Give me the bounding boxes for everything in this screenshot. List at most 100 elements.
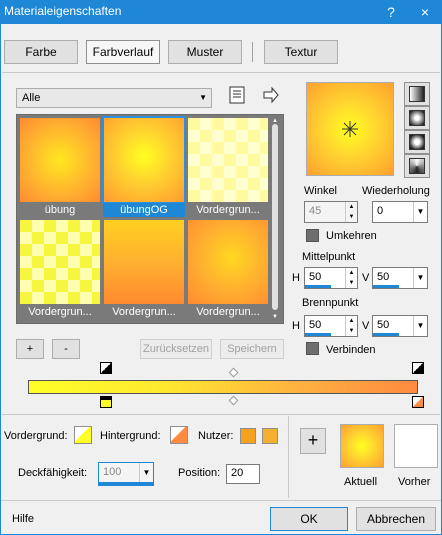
current-swatch bbox=[340, 424, 384, 468]
gallery-item[interactable]: Vordergrun... bbox=[103, 219, 185, 319]
reset-button[interactable]: Zurücksetzen bbox=[140, 339, 212, 359]
spin-arrows-icon[interactable]: ▲ ▼ bbox=[345, 202, 357, 222]
chevron-down-icon[interactable]: ▼ bbox=[413, 202, 427, 222]
position-field[interactable]: 20 bbox=[226, 464, 260, 484]
radial-style-button[interactable] bbox=[404, 154, 430, 178]
help-icon[interactable]: ? bbox=[374, 0, 408, 24]
gradient-swatch bbox=[104, 220, 184, 304]
spin-arrows-icon[interactable]: ▲ ▼ bbox=[345, 268, 357, 288]
cancel-button[interactable]: Abbrechen bbox=[356, 507, 436, 531]
link-checkbox[interactable] bbox=[306, 342, 319, 355]
tab-textur[interactable]: Textur bbox=[264, 40, 338, 64]
gradient-preview[interactable] bbox=[306, 82, 394, 176]
focus-v-field[interactable]: 50 ▼ bbox=[372, 315, 428, 337]
fg-swatch[interactable] bbox=[74, 426, 92, 444]
divider bbox=[2, 414, 440, 415]
tab-farbverlauf[interactable]: Farbverlauf bbox=[86, 40, 160, 64]
center-h-field[interactable]: 50 ▲ ▼ bbox=[304, 267, 358, 289]
scroll-thumb[interactable] bbox=[272, 124, 278, 310]
chevron-down-icon[interactable]: ▼ bbox=[413, 316, 427, 336]
color-stop-fg-icon[interactable] bbox=[100, 396, 112, 408]
opacity-value: 100 bbox=[103, 466, 122, 478]
gallery-item-label: übung bbox=[44, 204, 76, 216]
gallery-item-label: Vordergrun... bbox=[196, 204, 260, 216]
chevron-down-icon[interactable]: ▼ bbox=[413, 268, 427, 288]
previous-label: Vorher bbox=[398, 476, 431, 488]
help-link[interactable]: Hilfe bbox=[12, 513, 34, 525]
center-v-label: V bbox=[362, 272, 370, 284]
transparency-stop-icon[interactable] bbox=[412, 362, 424, 374]
focus-h-value: 50 bbox=[309, 319, 322, 331]
opacity-field[interactable]: 100 ▼ bbox=[98, 462, 154, 486]
ok-button[interactable]: OK bbox=[270, 507, 348, 531]
repeat-value: 0 bbox=[377, 205, 384, 217]
tab-farbe[interactable]: Farbe bbox=[4, 40, 78, 64]
scroll-down-icon[interactable]: ▼ bbox=[270, 314, 280, 320]
user-color-2[interactable] bbox=[262, 428, 278, 444]
focus-v-value: 50 bbox=[377, 319, 390, 331]
repeat-field[interactable]: 0 ▼ bbox=[372, 201, 428, 223]
angle-field[interactable]: 45 ▲ ▼ bbox=[304, 201, 358, 223]
angle-value: 45 bbox=[309, 205, 322, 217]
link-label: Verbinden bbox=[326, 344, 376, 356]
user-color-1[interactable] bbox=[240, 428, 256, 444]
sunburst-style-button[interactable] bbox=[404, 130, 430, 154]
gallery-item-label: Vordergrun... bbox=[196, 306, 260, 318]
center-v-field[interactable]: 50 ▼ bbox=[372, 267, 428, 289]
focus-h-label: H bbox=[292, 320, 300, 332]
gallery-item-label: übungOG bbox=[103, 203, 185, 217]
gallery-item[interactable]: Vordergrun... bbox=[187, 219, 269, 319]
focus-v-label: V bbox=[362, 320, 370, 332]
transparency-stop-icon[interactable] bbox=[100, 362, 112, 374]
opacity-label: Deckfähigkeit: bbox=[18, 467, 88, 479]
chevron-down-icon: ▼ bbox=[199, 93, 207, 102]
gradient-swatch bbox=[102, 116, 186, 204]
category-dropdown[interactable]: Alle ▼ bbox=[16, 88, 212, 108]
chevron-down-icon[interactable]: ▼ bbox=[139, 463, 153, 483]
gallery-item[interactable]: Vordergrun... bbox=[187, 117, 269, 217]
value-bar bbox=[373, 333, 399, 336]
center-v-value: 50 bbox=[377, 271, 390, 283]
gallery-item[interactable]: Vordergrun... bbox=[19, 219, 101, 319]
position-value: 20 bbox=[231, 467, 244, 479]
gradient-bar[interactable] bbox=[28, 380, 418, 394]
bg-swatch[interactable] bbox=[170, 426, 188, 444]
rectangular-style-icon bbox=[409, 110, 425, 126]
gradient-swatch bbox=[188, 118, 268, 202]
close-icon[interactable]: × bbox=[408, 0, 442, 24]
sunburst-style-icon bbox=[409, 134, 425, 150]
fg-label: Vordergrund: bbox=[4, 430, 68, 442]
focus-label: Brennpunkt bbox=[302, 297, 359, 309]
gallery-item[interactable]: übung bbox=[19, 117, 101, 217]
color-stop-bg-icon[interactable] bbox=[412, 396, 424, 408]
gallery-item[interactable]: übungOG bbox=[102, 116, 186, 217]
repeat-label: Wiederholung bbox=[362, 185, 430, 197]
tab-muster[interactable]: Muster bbox=[168, 40, 242, 64]
remove-gradient-button[interactable]: - bbox=[52, 339, 80, 359]
gallery-item-label: Vordergrun... bbox=[28, 306, 92, 318]
tab-separator bbox=[252, 42, 253, 62]
gallery-scrollbar[interactable]: ▲ ▼ bbox=[270, 118, 280, 320]
invert-label: Umkehren bbox=[326, 230, 377, 242]
window-title: Materialeigenschaften bbox=[4, 4, 122, 18]
invert-checkbox[interactable] bbox=[306, 229, 319, 242]
library-icon[interactable] bbox=[228, 86, 246, 104]
category-value: Alle bbox=[22, 92, 41, 104]
spin-arrows-icon[interactable]: ▲ ▼ bbox=[345, 316, 357, 336]
gradient-swatch bbox=[188, 220, 268, 304]
linear-style-button[interactable] bbox=[404, 82, 430, 106]
gradient-swatch bbox=[20, 220, 100, 304]
add-gradient-button[interactable]: + bbox=[16, 339, 44, 359]
current-label: Aktuell bbox=[344, 476, 378, 488]
add-to-swatches-button[interactable]: + bbox=[300, 428, 326, 454]
previous-swatch[interactable] bbox=[394, 424, 438, 468]
rectangular-style-button[interactable] bbox=[404, 106, 430, 130]
gallery-item-label: Vordergrun... bbox=[112, 306, 176, 318]
arrow-right-icon[interactable] bbox=[262, 86, 280, 104]
user-label: Nutzer: bbox=[198, 430, 234, 442]
value-bar bbox=[305, 285, 331, 288]
center-h-value: 50 bbox=[309, 271, 322, 283]
focus-h-field[interactable]: 50 ▲ ▼ bbox=[304, 315, 358, 337]
save-button[interactable]: Speichern bbox=[220, 339, 284, 359]
divider bbox=[2, 72, 440, 73]
